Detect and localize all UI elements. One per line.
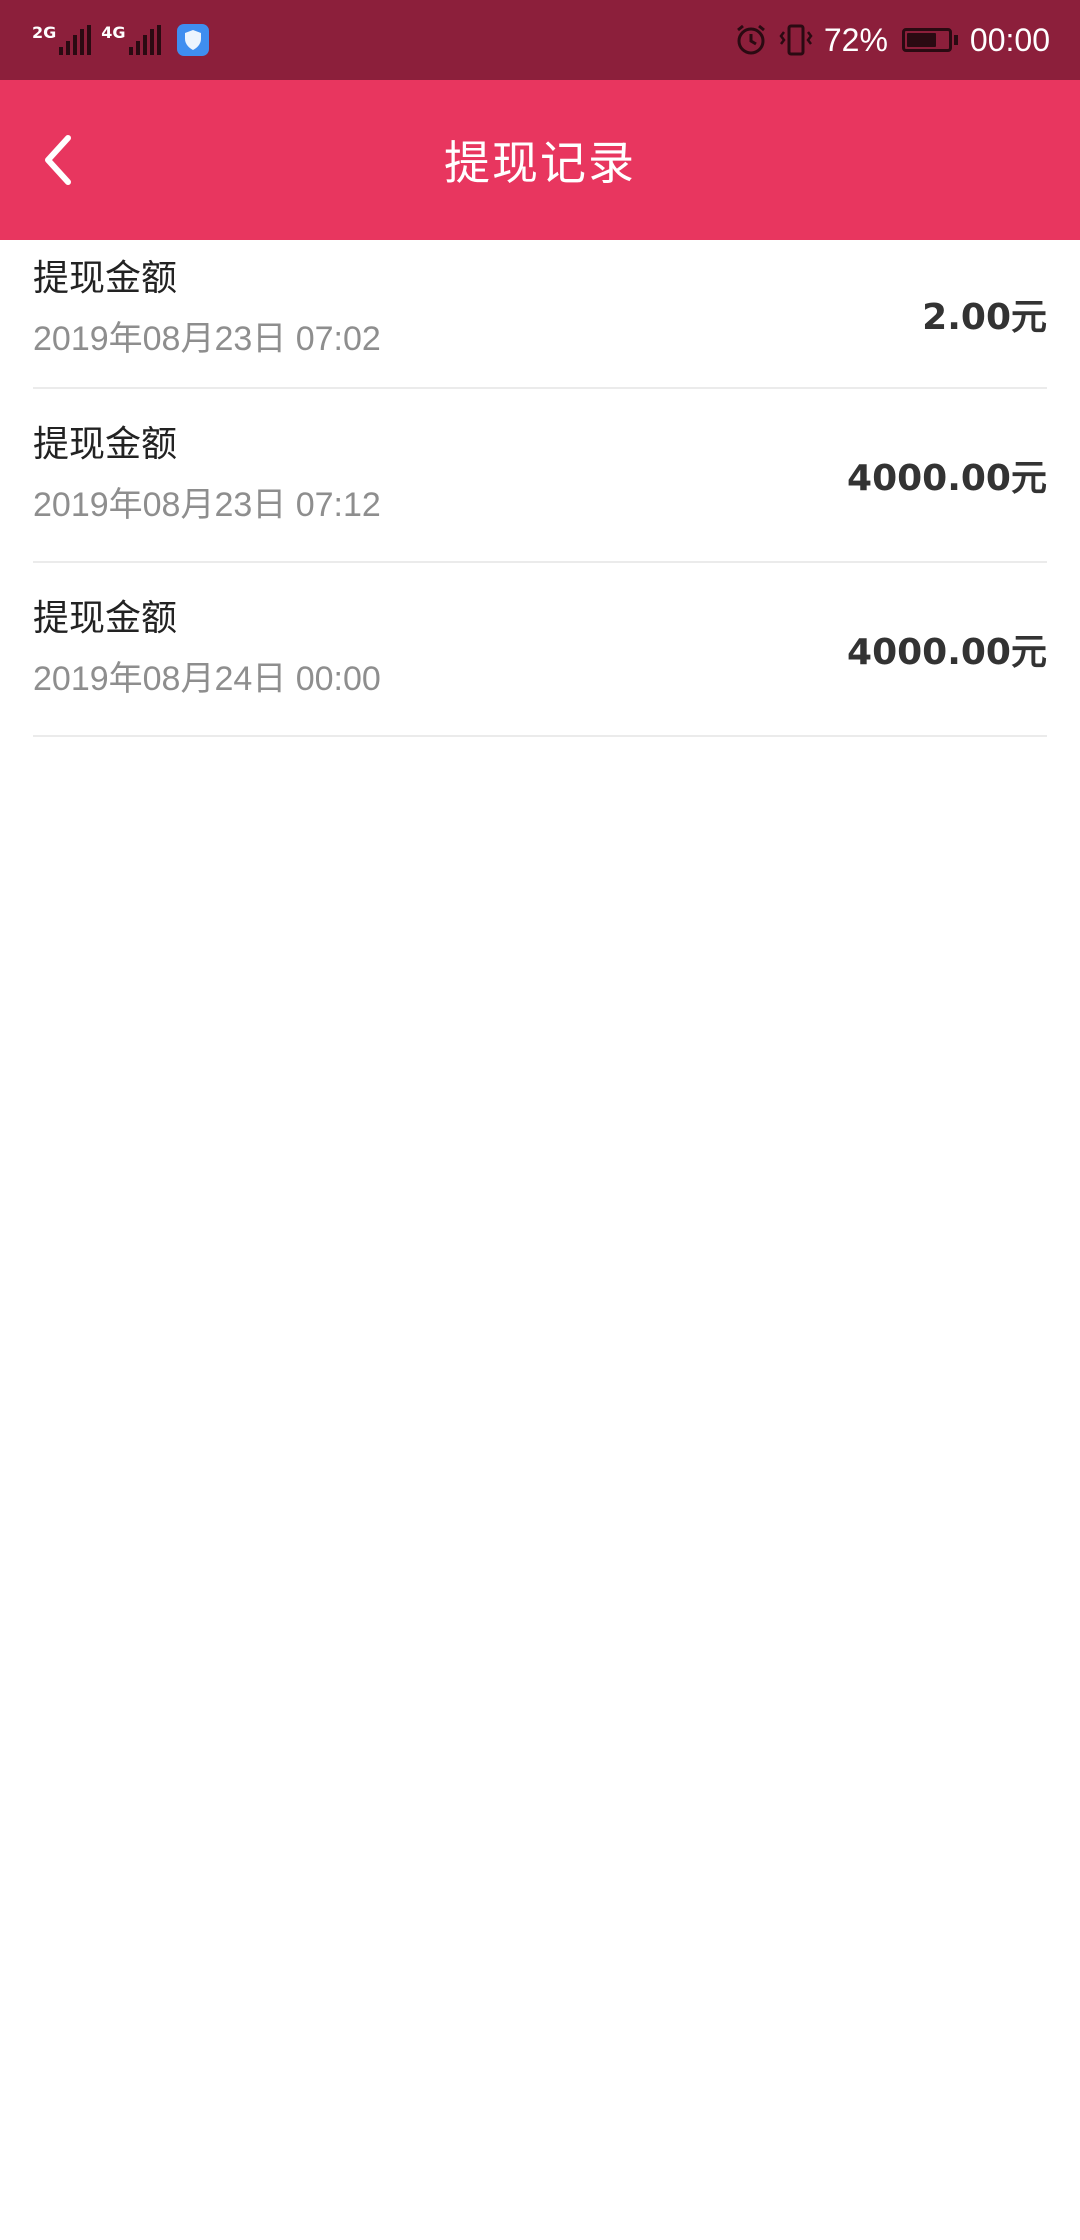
list-item[interactable]: 提现金额 2019年08月24日 00:00 4000.00元 — [33, 563, 1047, 737]
status-left: 2G 4G — [32, 24, 209, 56]
chevron-left-icon — [45, 135, 71, 185]
clock: 00:00 — [969, 21, 1050, 58]
signal-icon-2: 4G — [101, 23, 161, 55]
record-amount: 4000.00元 — [847, 458, 1047, 499]
battery-percent: 72% — [823, 21, 888, 58]
vibrate-icon — [778, 23, 814, 57]
alarm-icon — [734, 23, 768, 57]
page-title: 提现记录 — [444, 136, 636, 190]
record-amount: 4000.00元 — [847, 632, 1047, 673]
record-title: 提现金额 — [33, 424, 178, 465]
record-date: 2019年08月24日 00:00 — [33, 660, 381, 698]
network-type-2: 4G — [101, 23, 126, 42]
record-amount: 2.00元 — [922, 296, 1047, 338]
record-date: 2019年08月23日 07:02 — [33, 319, 381, 358]
record-title: 提现金额 — [33, 257, 178, 299]
network-type-1: 2G — [32, 23, 57, 42]
signal-icon: 2G — [32, 23, 92, 55]
withdrawal-list: 提现金额 2019年08月23日 07:02 2.00元 提现金额 2019年0… — [0, 240, 1080, 737]
battery-fill — [906, 33, 936, 47]
list-item[interactable]: 提现金额 2019年08月23日 07:12 4000.00元 — [33, 389, 1047, 563]
record-date: 2019年08月23日 07:12 — [33, 486, 381, 524]
app-header: 提现记录 — [0, 80, 1080, 240]
back-button[interactable] — [26, 128, 90, 192]
battery-icon — [901, 28, 958, 52]
status-right: 72% 00:00 — [734, 22, 1050, 59]
record-title: 提现金额 — [33, 598, 178, 639]
list-item[interactable]: 提现金额 2019年08月23日 07:02 2.00元 — [33, 240, 1047, 389]
status-bar: 2G 4G 72% 00:00 — [0, 0, 1080, 80]
shield-app-icon — [176, 24, 209, 56]
